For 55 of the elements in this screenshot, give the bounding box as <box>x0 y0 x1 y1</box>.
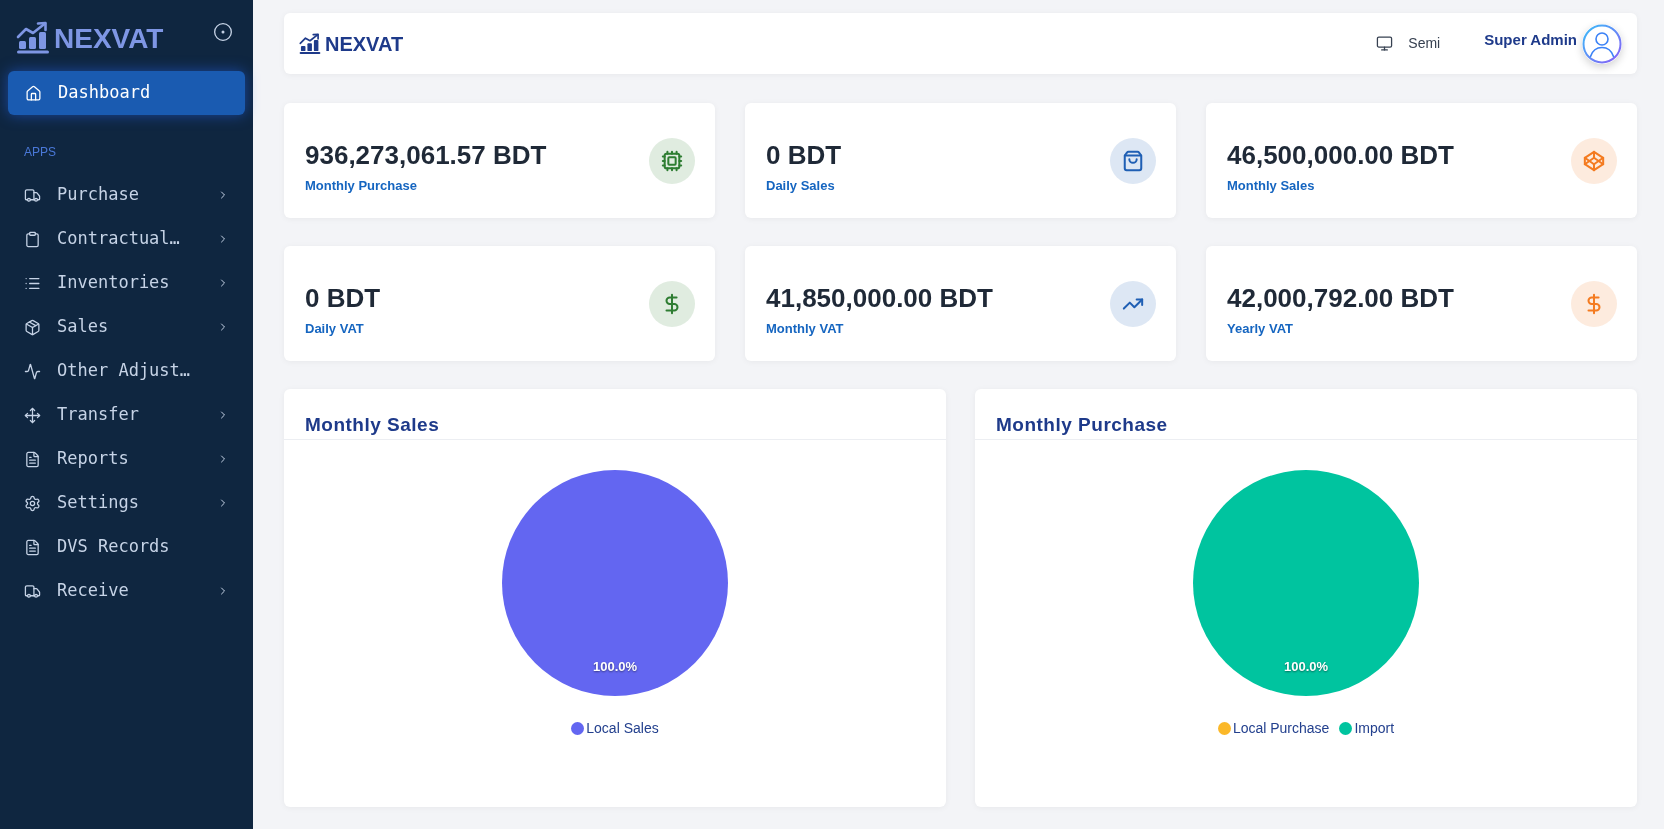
chart-logo-icon <box>299 32 321 55</box>
stat-value: 0 BDT <box>305 282 381 314</box>
nav-item[interactable]: Sales <box>0 305 253 349</box>
stat-label: Monthly VAT <box>766 320 845 338</box>
cpu-icon <box>649 137 695 184</box>
stat-label: Monthly Sales <box>1227 177 1316 195</box>
nav-item[interactable]: Receive <box>0 569 253 613</box>
stat-label: Monthly Purchase <box>305 177 418 195</box>
dollar-icon <box>1571 280 1617 327</box>
nav-item[interactable]: Settings <box>0 481 253 525</box>
stat-value: 46,500,000.00 BDT <box>1227 139 1454 171</box>
home-icon <box>25 84 42 102</box>
nav-item[interactable]: Inventories <box>0 261 253 305</box>
legend-label: Local Sales <box>586 719 659 737</box>
slice-value-label: 100.0% <box>1283 659 1329 675</box>
document-icon <box>24 450 41 468</box>
theme-button[interactable]: Semi <box>1376 33 1441 54</box>
stat-value: 42,000,792.00 BDT <box>1227 282 1454 314</box>
stat-value: 936,273,061.57 BDT <box>305 139 547 171</box>
stat-label: Yearly VAT <box>1227 320 1294 338</box>
nav-item[interactable]: DVS Records <box>0 525 253 569</box>
monitor-icon <box>1376 35 1394 52</box>
pulse-icon <box>24 362 41 380</box>
chart-logo-icon <box>16 21 50 55</box>
nav-item[interactable]: Contractual… <box>0 217 253 261</box>
stat-label: Daily Sales <box>766 177 836 195</box>
box-icon <box>24 318 41 336</box>
nav-item[interactable]: Dashboard <box>8 71 245 115</box>
avatar-icon[interactable] <box>1582 23 1622 64</box>
chart-title: Monthly Purchase <box>995 413 1169 437</box>
move-arrows-icon <box>24 406 41 424</box>
section-label: APPS <box>23 144 57 160</box>
logo-text: NEXVAT <box>325 31 404 57</box>
stat-value: 41,850,000.00 BDT <box>766 282 993 314</box>
trending-up-icon <box>1110 280 1156 327</box>
user-name: Super Admin <box>1484 30 1577 51</box>
nav-item[interactable]: Reports <box>0 437 253 481</box>
shopping-bag-icon <box>1110 137 1156 184</box>
truck-icon <box>24 186 41 204</box>
settings-icon <box>24 494 41 512</box>
nav-item[interactable]: Purchase <box>0 173 253 217</box>
logo-text: NEXVAT <box>54 22 164 56</box>
document-icon <box>24 538 41 556</box>
truck-icon <box>24 582 41 600</box>
nav-item[interactable]: Transfer <box>0 393 253 437</box>
chart-title: Monthly Sales <box>304 413 441 437</box>
slice-value-label: 100.0% <box>592 659 638 675</box>
nav-item[interactable]: Other Adjust… <box>0 349 253 393</box>
stat-label: Daily VAT <box>305 320 365 338</box>
clipboard-icon <box>24 230 41 248</box>
stat-value: 0 BDT <box>766 139 842 171</box>
circle-dot-icon[interactable] <box>213 22 233 42</box>
legend-label: Local Purchase <box>1232 719 1330 737</box>
dollar-icon <box>649 280 695 327</box>
legend-label: Import <box>1354 719 1395 737</box>
